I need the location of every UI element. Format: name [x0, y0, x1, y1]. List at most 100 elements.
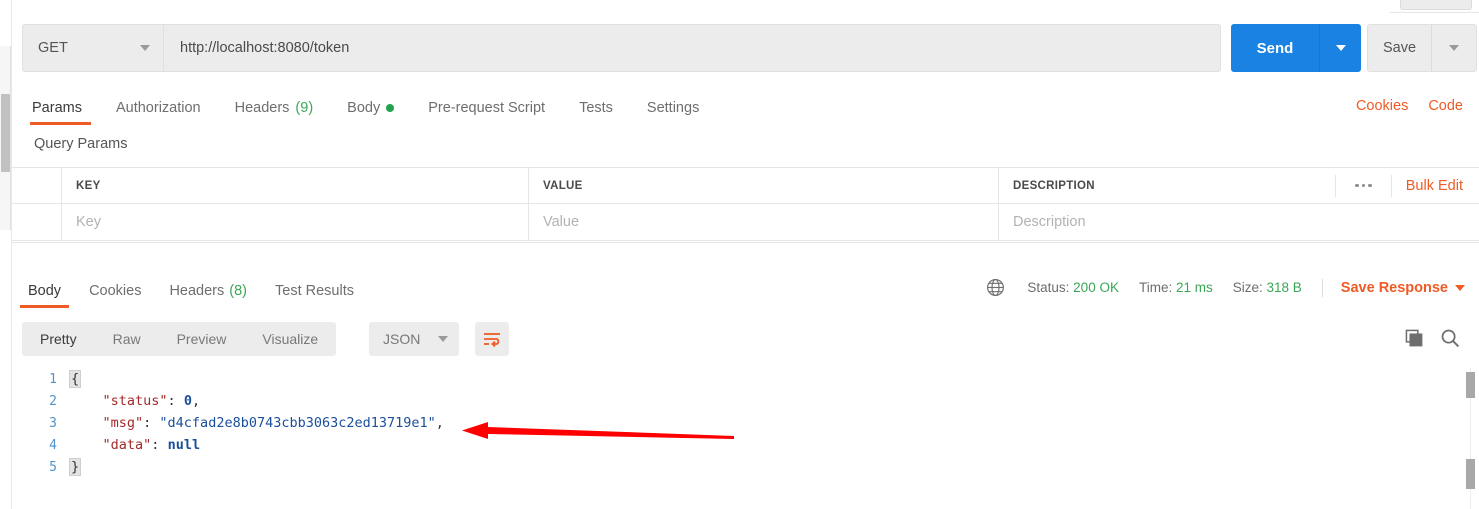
- response-tab-body[interactable]: Body: [14, 274, 75, 308]
- request-links: Cookies Code: [1356, 98, 1463, 114]
- code-line-content: "data": null: [70, 437, 201, 453]
- query-params-bottom-border: [12, 242, 1479, 243]
- url-input-value: http://localhost:8080/token: [180, 40, 350, 56]
- send-button[interactable]: Send: [1231, 24, 1319, 72]
- table-row: Key Value Description: [12, 204, 1479, 241]
- line-number: 1: [49, 371, 57, 387]
- tab-tests[interactable]: Tests: [562, 90, 630, 125]
- code-line: 5 }: [12, 456, 1467, 478]
- tab-settings-label: Settings: [646, 99, 700, 116]
- size-value: 318 B: [1266, 280, 1302, 295]
- top-partial-button[interactable]: [1400, 0, 1472, 10]
- tab-authorization[interactable]: Authorization: [99, 90, 218, 125]
- content-type-select[interactable]: JSON: [369, 322, 459, 356]
- time-value: 21 ms: [1175, 280, 1213, 295]
- row-key-input[interactable]: Key: [62, 204, 529, 240]
- body-scrollbar-thumb-bottom[interactable]: [1466, 459, 1475, 489]
- table-header-actions: Bulk Edit: [1334, 168, 1479, 203]
- wrap-text-icon: [484, 333, 500, 347]
- tab-settings[interactable]: Settings: [630, 90, 716, 125]
- column-header-description: DESCRIPTION: [1013, 179, 1095, 192]
- http-method-label: GET: [38, 40, 68, 56]
- code-token-brace: {: [68, 370, 82, 388]
- code-link[interactable]: Code: [1428, 98, 1463, 114]
- code-line: 4 "data": null: [12, 434, 1467, 456]
- code-token-null: null: [167, 437, 201, 453]
- line-number: 4: [49, 437, 57, 453]
- send-options-button[interactable]: [1319, 24, 1361, 72]
- format-tab-preview[interactable]: Preview: [159, 322, 245, 356]
- row-checkbox-cell[interactable]: [12, 204, 62, 240]
- bulk-edit-button[interactable]: Bulk Edit: [1390, 174, 1479, 197]
- save-button[interactable]: Save: [1368, 25, 1431, 71]
- postman-request-response-pane: GET http://localhost:8080/token Send Sav…: [0, 0, 1479, 509]
- tab-headers[interactable]: Headers (9): [218, 90, 331, 125]
- response-tab-test-results[interactable]: Test Results: [261, 274, 368, 308]
- query-params-title: Query Params: [34, 136, 128, 152]
- code-line-content: }: [68, 458, 82, 476]
- tab-params-label: Params: [32, 99, 82, 116]
- cookies-link[interactable]: Cookies: [1356, 98, 1408, 114]
- code-line-content: {: [68, 370, 82, 388]
- row-value-input[interactable]: Value: [529, 204, 999, 240]
- size-label: Size:: [1232, 280, 1263, 295]
- chevron-down-icon: [1449, 45, 1459, 51]
- left-scrollbar-track[interactable]: [0, 46, 11, 230]
- response-tab-cookies[interactable]: Cookies: [75, 274, 155, 308]
- tab-body[interactable]: Body: [330, 90, 411, 125]
- row-key-placeholder: Key: [76, 214, 101, 230]
- chevron-down-icon: [1335, 45, 1346, 51]
- code-line-content: "status": 0,: [70, 393, 201, 409]
- header-key-cell: KEY: [62, 168, 529, 203]
- code-token-string: "d4cfad2e8b0743cbb3063c2ed13719e1": [159, 415, 436, 431]
- code-token-punc: :: [143, 415, 160, 431]
- format-tab-raw[interactable]: Raw: [95, 322, 159, 356]
- http-method-select[interactable]: GET: [22, 24, 164, 72]
- line-number: 5: [49, 459, 57, 475]
- header-value-cell: VALUE: [529, 168, 999, 203]
- left-scrollbar-thumb[interactable]: [1, 94, 10, 172]
- time-label: Time:: [1138, 280, 1173, 295]
- tab-body-label: Body: [347, 99, 381, 116]
- save-options-button[interactable]: [1431, 25, 1476, 71]
- response-tab-headers[interactable]: Headers (8): [155, 274, 261, 308]
- content-type-label: JSON: [383, 331, 421, 347]
- chevron-down-icon: [438, 336, 448, 342]
- line-number: 2: [49, 393, 57, 409]
- code-line: 1 {: [12, 368, 1467, 390]
- save-response-button[interactable]: Save Response: [1341, 280, 1465, 296]
- tab-pre-request-script-label: Pre-request Script: [428, 99, 546, 116]
- code-token-punc: :: [151, 437, 168, 453]
- body-scrollbar-thumb-top[interactable]: [1466, 372, 1475, 398]
- row-description-input[interactable]: Description: [999, 204, 1479, 240]
- url-input[interactable]: http://localhost:8080/token: [164, 24, 1221, 72]
- status-badge: 200 OK: [1073, 280, 1119, 295]
- ellipsis-icon[interactable]: [1334, 174, 1391, 197]
- tab-headers-count: (9): [295, 99, 314, 116]
- code-line: 2 "status": 0,: [12, 390, 1467, 412]
- response-tabs: Body Cookies Headers (8) Test Results: [14, 274, 368, 308]
- search-icon[interactable]: [1440, 328, 1460, 353]
- send-button-group: Send: [1231, 24, 1361, 72]
- copy-icon[interactable]: [1405, 329, 1424, 353]
- request-url-bar: GET http://localhost:8080/token: [22, 24, 1221, 72]
- column-header-value: VALUE: [543, 179, 583, 192]
- code-token-key: "data": [102, 437, 152, 453]
- globe-icon[interactable]: [986, 278, 1005, 297]
- chevron-down-icon: [1455, 284, 1465, 291]
- tab-headers-label: Headers: [234, 99, 290, 116]
- tab-pre-request-script[interactable]: Pre-request Script: [411, 90, 562, 125]
- code-token-comma: ,: [191, 393, 201, 409]
- status-separator: [1321, 278, 1323, 297]
- response-tab-cookies-label: Cookies: [89, 283, 142, 299]
- header-description-cell: DESCRIPTION Bulk Edit: [999, 168, 1479, 203]
- code-line-content: "msg": "d4cfad2e8b0743cbb3063c2ed13719e1…: [70, 415, 444, 431]
- format-tab-visualize[interactable]: Visualize: [244, 322, 336, 356]
- body-modified-dot-icon: [386, 103, 395, 112]
- request-tabs: Params Authorization Headers (9) Body Pr…: [22, 90, 716, 125]
- wrap-text-button[interactable]: [475, 322, 509, 356]
- format-tab-pretty[interactable]: Pretty: [22, 322, 95, 356]
- tab-params[interactable]: Params: [22, 90, 99, 125]
- response-body-code[interactable]: 1 { 2 "status": 0, 3 "msg": "d4cfad2e8b0…: [12, 368, 1467, 509]
- header-checkbox-cell: [12, 168, 62, 203]
